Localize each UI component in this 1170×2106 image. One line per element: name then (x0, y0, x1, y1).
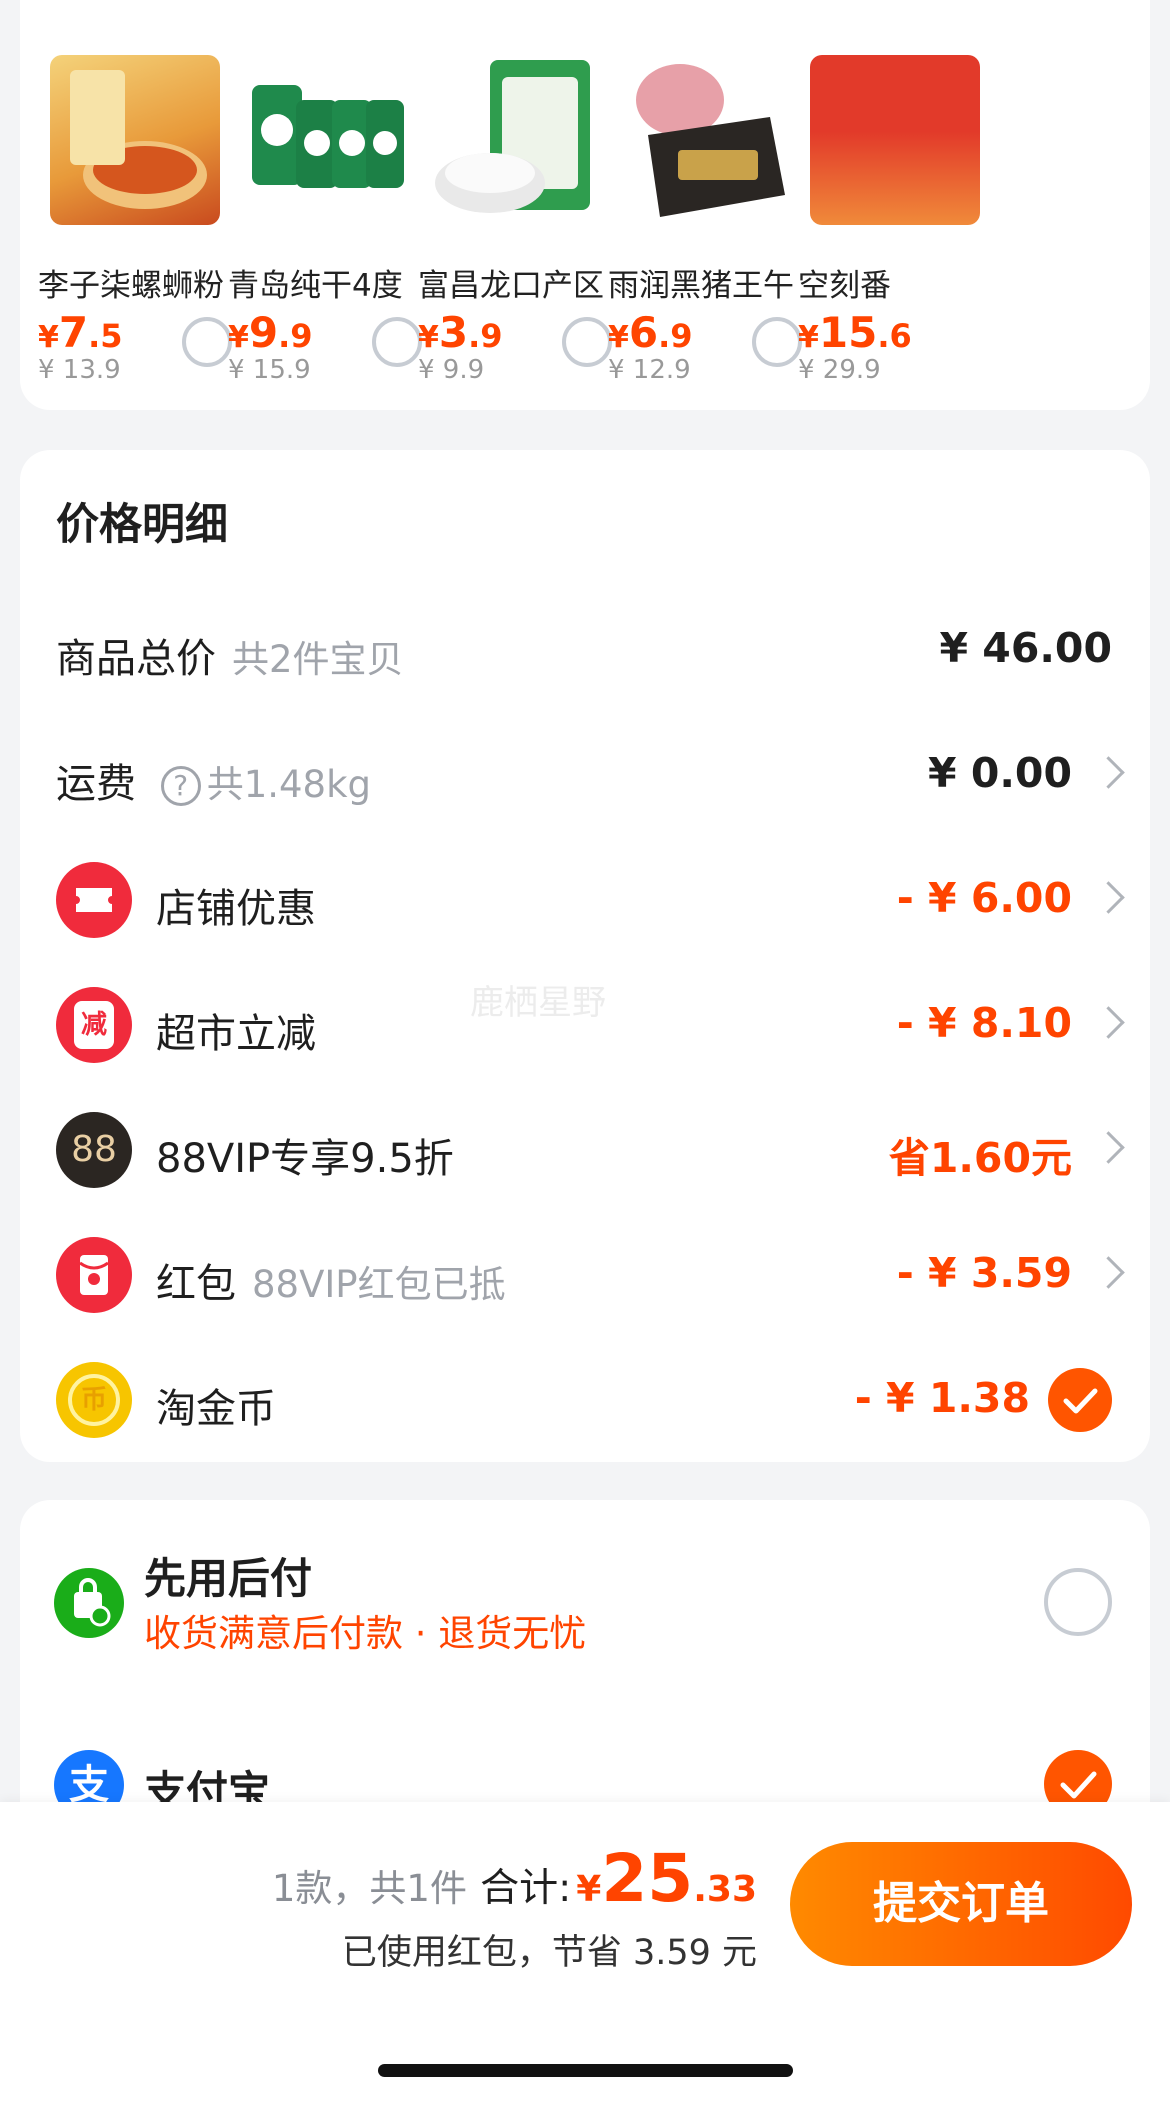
product-original-price: ¥ 13.9 (38, 355, 121, 385)
product-original-price: ¥ 29.9 (798, 355, 881, 385)
price-row-red-packet[interactable]: 红包 88VIP红包已抵 - ¥ 3.59 (20, 1225, 1150, 1325)
product-name: 雨润黑猪王午 (608, 268, 794, 304)
price-row-shipping[interactable]: 运费 ? 共1.48kg ¥ 0.00 (20, 725, 1150, 825)
watermark: 鹿栖星野 (470, 983, 606, 1023)
saved-text: 已使用红包，节省 3.59 元 (341, 1933, 757, 1973)
price-detail-card: 价格明细 商品总价 共2件宝贝 ¥ 46.00 运费 ? 共1.48kg ¥ 0.0… (20, 450, 1150, 1462)
product-card[interactable]: 空刻番 ¥15.6 ¥ 29.9 (780, 55, 1020, 385)
chevron-right-icon (1092, 1256, 1125, 1289)
product-name: 空刻番 (798, 268, 891, 304)
row-value: ¥ 0.00 (928, 749, 1072, 797)
red-packet-icon (56, 1237, 132, 1313)
payment-select-radio[interactable] (1044, 1568, 1112, 1636)
count-text: 1款，共1件 (271, 1867, 467, 1910)
88vip-icon: 88 (56, 1112, 132, 1188)
pay-later-icon (54, 1568, 124, 1638)
row-label: 88VIP专享9.5折 (156, 1136, 454, 1182)
price-row-subtotal: 商品总价 共2件宝贝 ¥ 46.00 (20, 600, 1150, 700)
payment-title: 先用后付 (144, 1554, 313, 1603)
reduce-icon: 减 (56, 987, 132, 1063)
row-value: - ¥ 6.00 (896, 874, 1072, 922)
product-price: ¥3.9 (418, 308, 503, 357)
chevron-right-icon (1092, 756, 1125, 789)
product-price: ¥15.6 (798, 308, 912, 357)
product-price: ¥9.9 (228, 308, 313, 357)
checkmark-icon[interactable] (1048, 1368, 1112, 1432)
payment-method-pay-later[interactable]: 先用后付 收货满意后付款 · 退货无忧 (20, 1500, 1150, 1670)
price-row-88vip[interactable]: 88 88VIP专享9.5折 省1.60元 (20, 1100, 1150, 1200)
row-sublabel: 88VIP红包已抵 (252, 1263, 506, 1306)
product-image (810, 55, 980, 225)
row-value: 省1.60元 (888, 1134, 1072, 1182)
product-image (620, 55, 790, 225)
recommend-products-card: 李子柒螺蛳粉 ¥7.5 ¥ 13.9 青岛纯干4度 ¥9.9 ¥ 15.9 富昌… (20, 0, 1150, 410)
product-price: ¥6.9 (608, 308, 693, 357)
row-value: ¥ 46.00 (939, 624, 1113, 672)
ticket-icon (56, 862, 132, 938)
total-price: ¥25.33 (576, 1840, 757, 1917)
price-row-shop-discount[interactable]: 店铺优惠 - ¥ 6.00 (20, 850, 1150, 950)
total-label: 合计: (480, 1866, 572, 1911)
product-image (240, 55, 410, 225)
row-label: 店铺优惠 (156, 886, 316, 932)
row-label: 商品总价 (56, 636, 216, 682)
row-label: 红包 (156, 1261, 236, 1307)
row-label: 运费 (56, 761, 136, 807)
row-value: - ¥ 1.38 (854, 1374, 1030, 1422)
row-value: - ¥ 3.59 (896, 1249, 1072, 1297)
order-summary: 1款，共1件 合计: ¥25.33 (272, 1840, 757, 1917)
product-original-price: ¥ 15.9 (228, 355, 311, 385)
payment-subtitle: 收货满意后付款 · 退货无忧 (144, 1612, 587, 1655)
gold-coin-icon: 币 (56, 1362, 132, 1438)
bottom-submit-bar: 1款，共1件 合计: ¥25.33 已使用红包，节省 3.59 元 提交订单 (0, 1802, 1170, 2106)
row-sublabel: 共2件宝贝 (232, 638, 404, 681)
row-value: - ¥ 8.10 (896, 999, 1072, 1047)
product-original-price: ¥ 9.9 (418, 355, 485, 385)
chevron-right-icon (1092, 1131, 1125, 1164)
home-indicator (378, 2064, 793, 2077)
chevron-right-icon (1092, 1006, 1125, 1039)
product-original-price: ¥ 12.9 (608, 355, 691, 385)
product-name: 李子柒螺蛳粉 (38, 268, 224, 304)
product-price: ¥7.5 (38, 308, 123, 357)
row-label: 淘金币 (156, 1386, 276, 1432)
row-sublabel: 共1.48kg (206, 763, 372, 806)
product-image (430, 55, 600, 225)
product-name: 富昌龙口产区 (418, 268, 604, 304)
row-label: 超市立减 (156, 1011, 316, 1057)
help-icon[interactable]: ? (160, 766, 201, 806)
section-title: 价格明细 (56, 500, 228, 550)
price-row-gold-coin[interactable]: 币 淘金币 - ¥ 1.38 (20, 1350, 1150, 1450)
product-name: 青岛纯干4度 (228, 268, 403, 304)
submit-order-button[interactable]: 提交订单 (790, 1842, 1132, 1966)
chevron-right-icon (1092, 881, 1125, 914)
product-image (50, 55, 220, 225)
